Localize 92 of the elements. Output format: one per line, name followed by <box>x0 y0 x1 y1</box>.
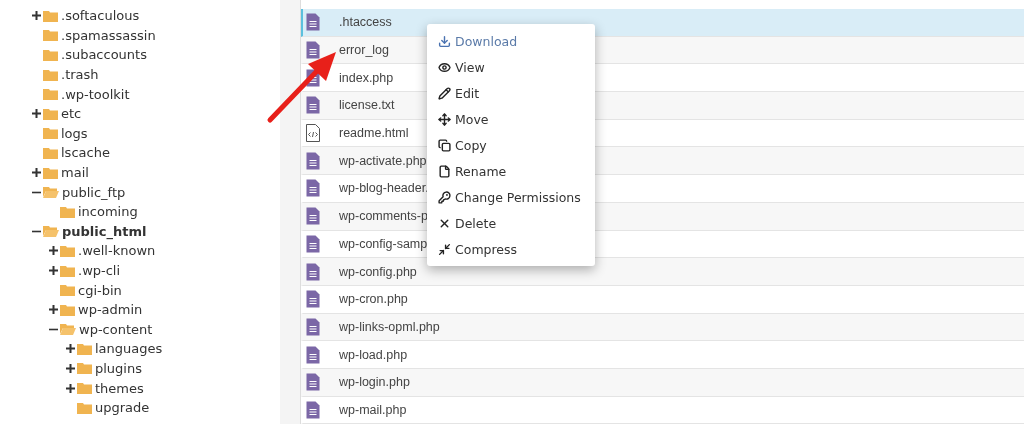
file-row[interactable]: wp-config.php <box>301 258 1024 286</box>
file-name: wp-login.php <box>339 375 410 390</box>
expand-icon[interactable] <box>32 11 41 21</box>
key-icon <box>438 190 451 204</box>
open-folder-icon <box>60 323 76 336</box>
file-name: wp-config-samp <box>339 236 428 251</box>
file-name: wp-links-opml.php <box>339 319 440 334</box>
folder-name[interactable]: incoming <box>78 204 138 220</box>
file-row[interactable]: wp-links-opml.php <box>301 313 1024 342</box>
file-icon <box>438 164 451 178</box>
file-name: license.txt <box>339 98 395 113</box>
folder-icon <box>43 9 58 22</box>
folder-name[interactable]: wp-admin <box>78 302 143 318</box>
folder-icon <box>43 127 58 140</box>
folder-name[interactable]: languages <box>95 341 163 357</box>
move-icon <box>438 112 451 126</box>
folder-icon <box>43 88 58 101</box>
compress-icon <box>438 242 451 256</box>
file-name: error_log <box>339 43 390 58</box>
folder-name[interactable]: public_ftp <box>62 184 126 200</box>
folder-name[interactable]: .softaculous <box>61 8 140 24</box>
folder-icon <box>60 205 75 218</box>
expand-icon[interactable] <box>49 305 58 315</box>
folder-icon <box>77 362 92 375</box>
folder-icon <box>43 107 58 120</box>
document-icon <box>306 317 320 336</box>
folder-name[interactable]: themes <box>95 380 144 396</box>
file-name: index.php <box>339 70 394 85</box>
open-folder-icon <box>43 225 59 238</box>
file-name: readme.html <box>339 126 409 141</box>
file-name: wp-blog-header. <box>339 181 429 196</box>
folder-name[interactable]: lscache <box>61 145 110 161</box>
document-icon <box>306 179 320 198</box>
expand-icon[interactable] <box>66 383 75 393</box>
folder-name[interactable]: plugins <box>95 361 142 376</box>
document-icon <box>306 96 320 115</box>
expand-icon[interactable] <box>32 168 41 178</box>
file-row[interactable]: .htaccess <box>301 9 1024 37</box>
file-name: wp-activate.php <box>339 153 427 168</box>
folder-name[interactable]: mail <box>61 165 89 181</box>
folder-icon <box>43 166 58 179</box>
expand-icon[interactable] <box>32 109 41 119</box>
file-name: wp-mail.php <box>339 402 407 417</box>
folder-icon <box>77 382 92 395</box>
file-name: wp-load.php <box>339 347 408 362</box>
eye-icon <box>438 60 451 74</box>
folder-icon <box>60 303 75 316</box>
expand-icon[interactable] <box>66 364 75 373</box>
document-icon <box>306 400 320 419</box>
folder-name[interactable]: .wp-cli <box>78 263 121 278</box>
document-icon <box>306 207 320 226</box>
folder-icon <box>43 146 58 159</box>
folder-name[interactable]: public_html <box>62 223 147 239</box>
document-icon <box>306 151 320 170</box>
download-icon <box>438 34 451 48</box>
expand-icon[interactable] <box>49 266 58 275</box>
folder-name[interactable]: upgrade <box>95 400 150 416</box>
expand-icon[interactable] <box>49 246 58 256</box>
document-icon <box>306 13 320 32</box>
folder-name[interactable]: wp-content <box>79 321 153 337</box>
folder-icon <box>77 342 92 355</box>
document-icon <box>306 345 320 364</box>
open-folder-icon <box>43 186 59 199</box>
document-icon <box>306 290 320 309</box>
document-icon <box>306 373 320 392</box>
document-icon <box>306 262 320 281</box>
expand-icon[interactable] <box>66 344 75 354</box>
file-name: wp-comments-p <box>339 209 428 224</box>
folder-name[interactable]: etc <box>61 106 82 122</box>
folder-icon <box>60 264 75 277</box>
copy-icon <box>438 138 451 152</box>
pencil-icon <box>438 86 451 100</box>
code-file-icon <box>306 124 320 143</box>
file-name: wp-cron.php <box>339 292 408 307</box>
folder-name[interactable]: .subaccounts <box>61 47 147 63</box>
folder-icon <box>43 29 58 42</box>
file-name: wp-config.php <box>339 264 417 279</box>
folder-name[interactable]: .wp-toolkit <box>61 86 130 102</box>
file-name: .htaccess <box>339 15 392 30</box>
folder-name[interactable]: .trash <box>61 67 99 83</box>
folder-name[interactable]: .well-known <box>78 243 156 259</box>
folder-name[interactable]: cgi-bin <box>78 282 122 298</box>
folder-name[interactable]: logs <box>61 125 88 141</box>
folder-icon <box>43 68 58 81</box>
folder-icon <box>60 244 75 257</box>
folder-icon <box>60 284 75 297</box>
document-icon <box>306 41 320 60</box>
folder-name[interactable]: .spamassassin <box>61 27 156 43</box>
folder-icon <box>77 401 92 414</box>
document-icon <box>306 234 320 253</box>
file-row[interactable]: wp-login.php <box>301 368 1024 397</box>
folder-icon <box>43 49 58 61</box>
